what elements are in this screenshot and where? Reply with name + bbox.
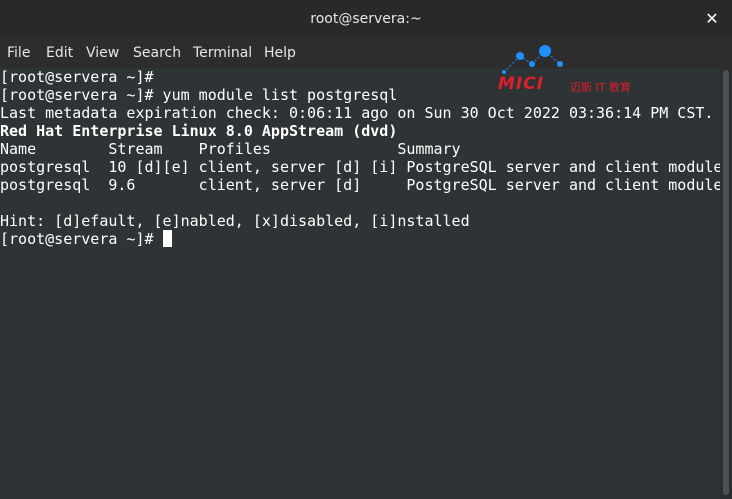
network-dots-icon xyxy=(502,45,563,74)
terminal-line: [root@servera ~]# yum module list postgr… xyxy=(0,86,398,104)
scrollbar[interactable] xyxy=(720,68,732,499)
watermark-tagline: 迈斯 IT 教育 xyxy=(570,81,631,94)
title-bar: root@servera:~ ✕ xyxy=(0,0,732,38)
shell-prompt: [root@servera ~]# xyxy=(0,230,163,248)
menu-search[interactable]: Search xyxy=(133,38,181,68)
close-icon[interactable]: ✕ xyxy=(702,9,722,29)
terminal-line-hint: Hint: [d]efault, [e]nabled, [x]disabled,… xyxy=(0,212,470,230)
menu-help[interactable]: Help xyxy=(264,38,296,68)
terminal-window: root@servera:~ ✕ File Edit View Search T… xyxy=(0,0,732,499)
terminal-line-table-header: Name Stream Profiles Summary xyxy=(0,140,461,158)
menu-edit[interactable]: Edit xyxy=(46,38,73,68)
terminal-line: [root@servera ~]# xyxy=(0,68,154,86)
terminal-prompt-line: [root@servera ~]# xyxy=(0,230,172,248)
watermark-brand: MICI xyxy=(498,74,545,94)
terminal-line-table-row: postgresql 10 [d][e] client, server [d] … xyxy=(0,158,720,176)
terminal-line-repo-header: Red Hat Enterprise Linux 8.0 AppStream (… xyxy=(0,122,398,140)
terminal-output[interactable]: [root@servera ~]# [root@servera ~]# yum … xyxy=(0,68,720,499)
terminal-line: Last metadata expiration check: 0:06:11 … xyxy=(0,104,714,122)
menu-file[interactable]: File xyxy=(7,38,30,68)
terminal-line-table-row: postgresql 9.6 client, server [d] Postgr… xyxy=(0,176,720,194)
watermark-logo: MICI 迈斯 IT 教育 xyxy=(498,44,643,94)
menu-view[interactable]: View xyxy=(86,38,119,68)
text-cursor xyxy=(162,230,172,247)
window-title: root@servera:~ xyxy=(310,11,422,27)
menu-terminal[interactable]: Terminal xyxy=(193,38,252,68)
scrollbar-thumb[interactable] xyxy=(723,70,729,495)
